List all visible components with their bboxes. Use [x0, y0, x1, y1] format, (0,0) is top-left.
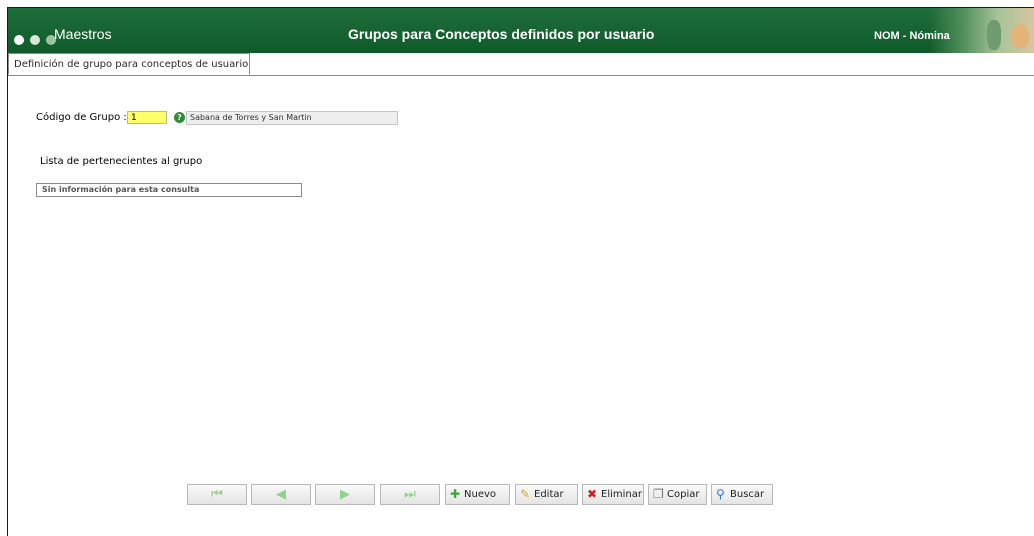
members-list-empty: Sin información para esta consulta — [36, 183, 302, 197]
pencil-icon: ✎ — [520, 487, 531, 501]
group-code-input[interactable]: 1 — [127, 111, 167, 124]
new-button-label: Nuevo — [464, 489, 497, 500]
arrow-left-icon: ◀ — [276, 487, 286, 502]
new-button[interactable]: ✚ Nuevo — [445, 484, 510, 505]
search-icon: ⚲ — [716, 487, 725, 501]
banner-figure — [1011, 24, 1029, 48]
delete-x-icon: ✖ — [587, 487, 598, 501]
copy-icon: ❐ — [653, 487, 664, 501]
code-label: Código de Grupo : — [36, 112, 127, 123]
copy-button[interactable]: ❐ Copiar — [648, 484, 707, 505]
plus-icon: ✚ — [450, 487, 461, 501]
window-dots — [14, 30, 57, 45]
banner-figure — [987, 20, 1001, 50]
previous-record-button[interactable]: ◀ — [251, 484, 311, 505]
delete-button-label: Eliminar — [601, 489, 642, 500]
search-button-label: Buscar — [730, 489, 765, 500]
search-button[interactable]: ⚲ Buscar — [711, 484, 773, 505]
first-record-button[interactable]: ⏮ — [187, 484, 247, 505]
first-record-icon: ⏮ — [211, 487, 223, 502]
last-record-icon: ⏭ — [404, 487, 416, 502]
copy-button-label: Copiar — [667, 489, 700, 500]
group-name-field: Sabana de Torres y San Martin — [186, 111, 398, 125]
help-icon[interactable]: ? — [174, 112, 185, 123]
arrow-right-icon: ▶ — [340, 487, 350, 502]
dot-icon — [14, 35, 24, 45]
tab-group-definition[interactable]: Definición de grupo para conceptos de us… — [8, 53, 250, 75]
app-window: Maestros Grupos para Conceptos definidos… — [7, 7, 1034, 536]
edit-button[interactable]: ✎ Editar — [515, 484, 578, 505]
delete-button[interactable]: ✖ Eliminar — [582, 484, 644, 505]
page-title: Grupos para Conceptos definidos por usua… — [348, 26, 655, 42]
edit-button-label: Editar — [534, 489, 564, 500]
last-record-button[interactable]: ⏭ — [380, 484, 440, 505]
app-name[interactable]: Maestros — [54, 26, 112, 42]
next-record-button[interactable]: ▶ — [315, 484, 375, 505]
module-label: NOM - Nómina — [874, 30, 950, 42]
members-label: Lista de pertenecientes al grupo — [40, 156, 203, 167]
dot-icon — [30, 35, 41, 45]
header-bar: Maestros Grupos para Conceptos definidos… — [8, 8, 1034, 53]
tab-strip: Definición de grupo para conceptos de us… — [8, 53, 1034, 76]
